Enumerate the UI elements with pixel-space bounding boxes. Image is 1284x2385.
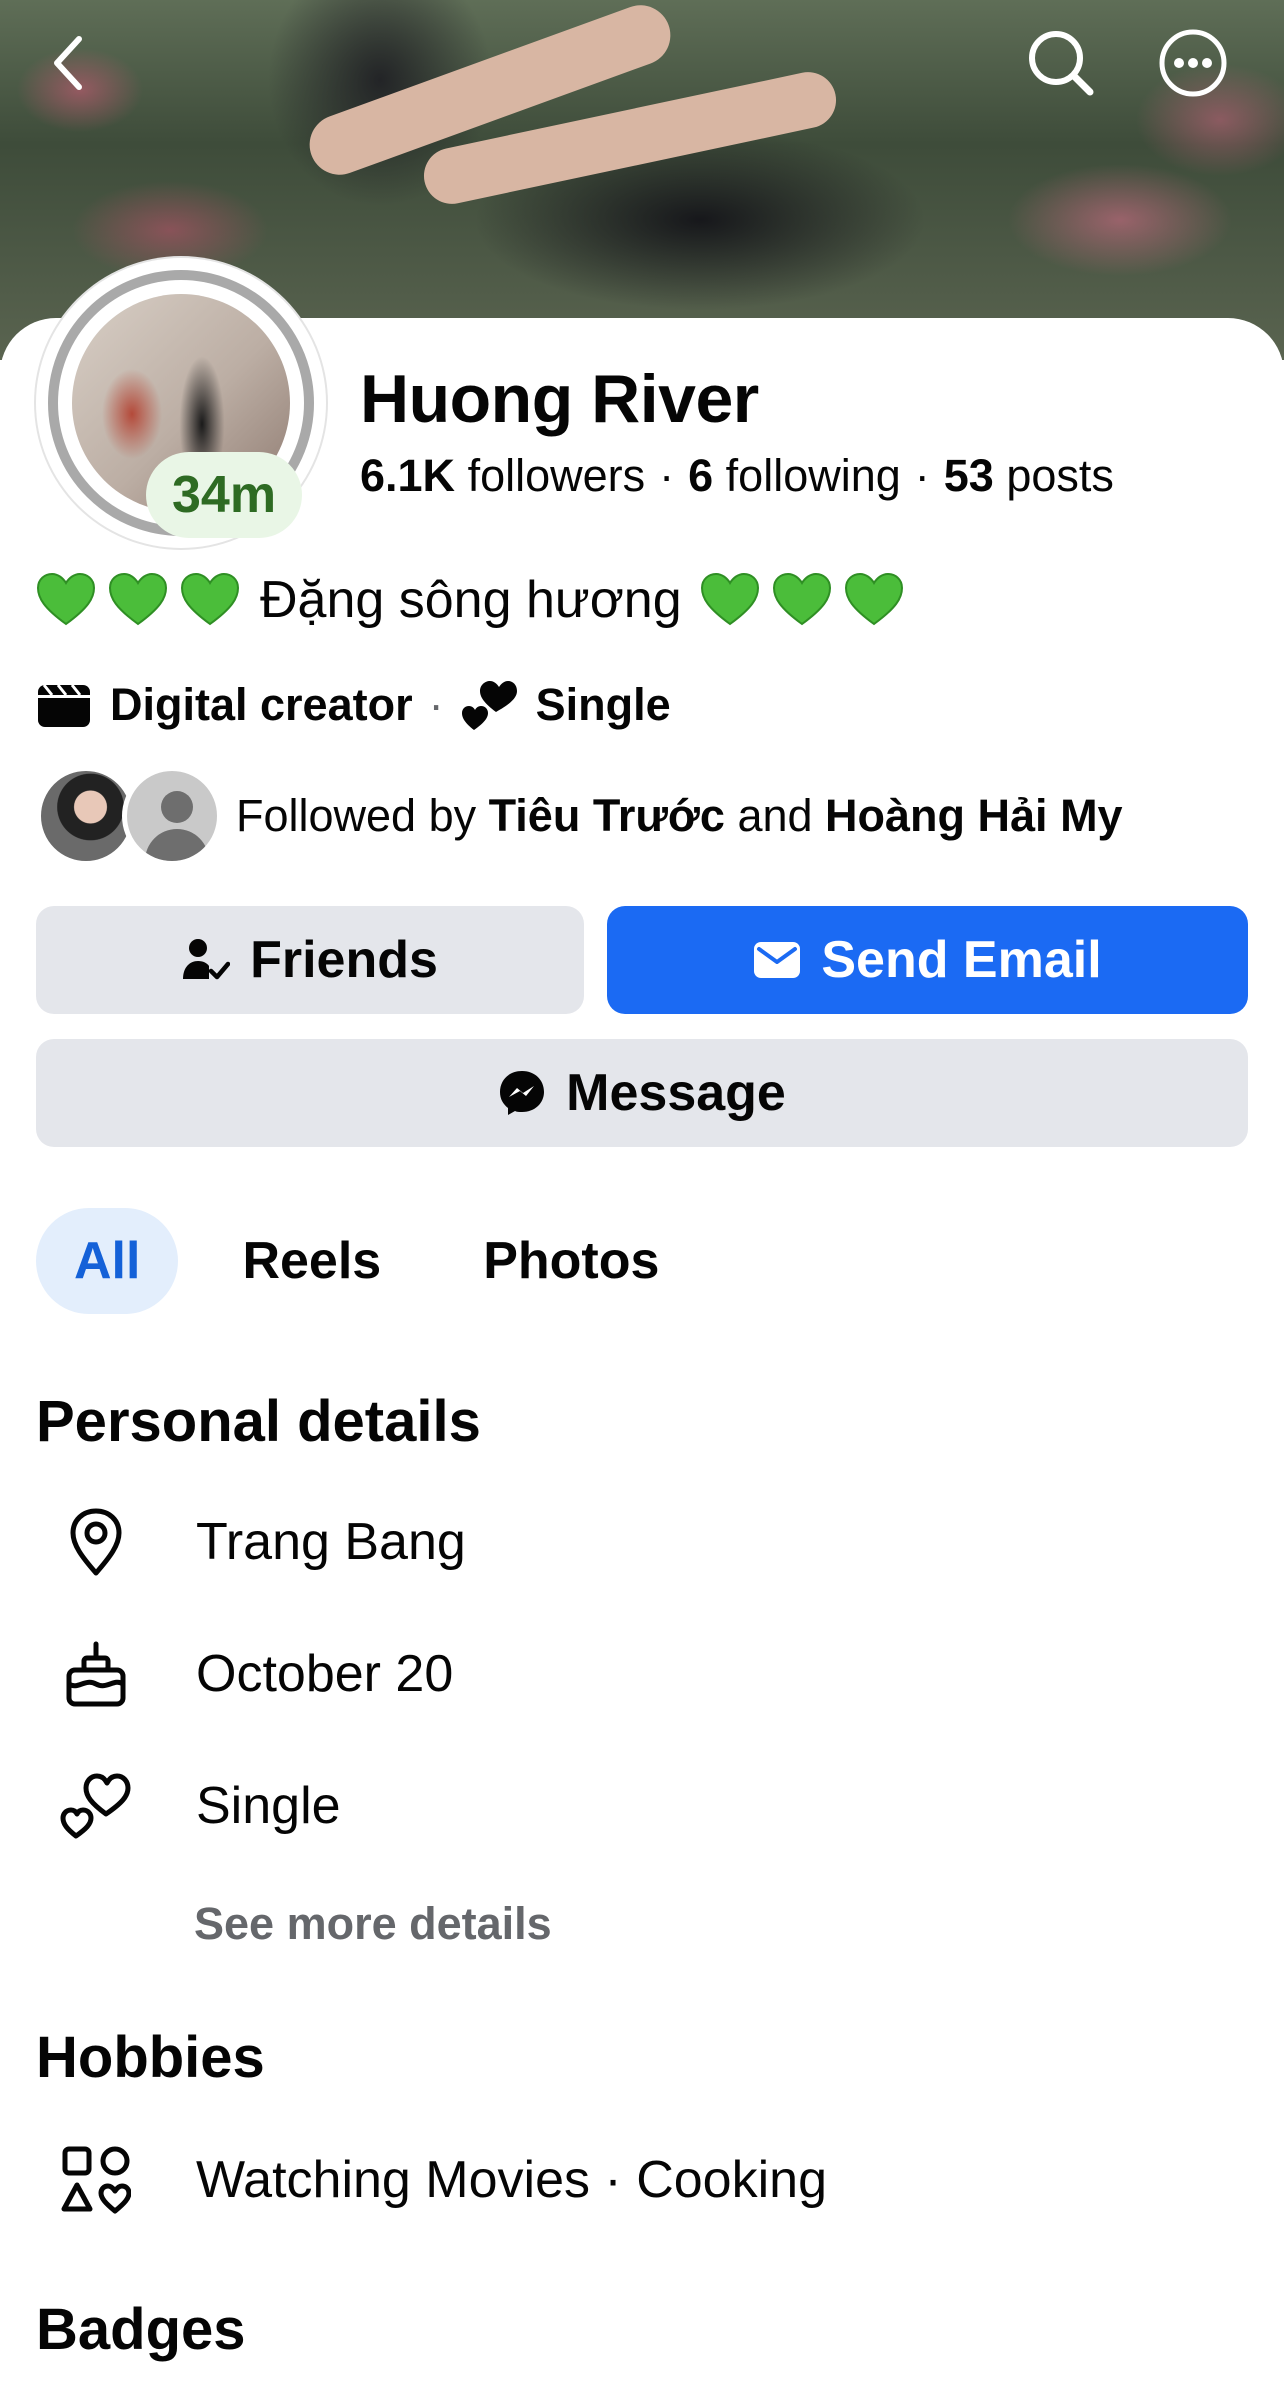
relationship-label: Single <box>535 679 671 730</box>
followed-by-prefix: Followed by <box>236 790 489 841</box>
following-count: 6 <box>688 450 714 501</box>
shapes-icon <box>36 2140 156 2220</box>
badges-heading: Badges <box>36 2297 246 2362</box>
birthday-cake-icon <box>36 1634 156 1714</box>
followers-link[interactable]: 6.1K followers <box>360 450 645 501</box>
bio-text: Đặng sông hương <box>260 571 682 629</box>
green-heart-icon <box>844 572 903 626</box>
green-heart-icon <box>36 572 96 626</box>
separator-dot: · <box>659 450 675 501</box>
posts-label: posts <box>993 450 1114 501</box>
search-button[interactable] <box>1026 28 1096 98</box>
profile-stats: 6.1K followers · 6 following · 53 posts <box>360 450 1114 502</box>
search-icon <box>1029 31 1094 96</box>
friend-check-icon <box>183 939 231 980</box>
hearts-icon <box>36 1766 156 1846</box>
hobbies-text: Watching Movies · Cooking <box>196 2151 827 2209</box>
birthday-text: October 20 <box>196 1645 454 1703</box>
posts-count: 53 <box>943 450 994 501</box>
category-label: Digital creator <box>110 679 413 730</box>
following-link[interactable]: 6 following <box>688 450 901 501</box>
more-horizontal-icon <box>1159 29 1227 97</box>
location-text: Trang Bang <box>196 1513 466 1571</box>
tab-reels[interactable]: Reels <box>204 1208 419 1314</box>
hobbies-heading: Hobbies <box>36 2025 265 2090</box>
mutual-avatar <box>36 766 136 866</box>
mutual-avatar-placeholder <box>122 766 222 866</box>
green-heart-icon <box>700 572 759 626</box>
green-heart-icon <box>108 572 168 626</box>
detail-birthday: October 20 <box>36 1634 453 1714</box>
message-button[interactable]: Message <box>36 1039 1248 1147</box>
send-email-button[interactable]: Send Email <box>607 906 1248 1014</box>
detail-location: Trang Bang <box>36 1502 466 1582</box>
more-options-button[interactable] <box>1158 28 1228 98</box>
mutual-name-2: Hoàng Hải My <box>825 790 1123 841</box>
tab-all[interactable]: All <box>36 1208 179 1314</box>
story-time-badge: 34m <box>146 452 303 538</box>
relationship-hearts-icon <box>461 681 517 730</box>
messenger-icon <box>500 1071 545 1115</box>
back-button[interactable] <box>34 28 104 98</box>
personal-details-heading: Personal details <box>36 1389 481 1454</box>
followed-by-text: Followed by Tiêu Trước and Hoàng Hải My <box>236 790 1123 842</box>
green-heart-icon <box>180 572 240 626</box>
clapperboard-icon <box>38 684 90 727</box>
profile-bio: Đặng sông hương <box>36 570 916 630</box>
envelope-icon <box>754 942 801 978</box>
message-label: Message <box>566 1064 786 1122</box>
separator-dot: · <box>914 450 930 501</box>
location-pin-icon <box>36 1502 156 1582</box>
chevron-left-icon <box>54 36 82 90</box>
send-email-label: Send Email <box>821 931 1102 989</box>
followers-label: followers <box>455 450 646 501</box>
followers-count: 6.1K <box>360 450 456 501</box>
followed-by-conjunction: and <box>724 790 826 841</box>
see-more-details-link[interactable]: See more details <box>194 1898 552 1950</box>
following-label: following <box>713 450 901 501</box>
mutual-followers[interactable]: Followed by Tiêu Trước and Hoàng Hải My <box>36 766 1123 866</box>
relationship-text: Single <box>196 1777 341 1835</box>
profile-meta: Digital creator · Single <box>36 678 671 732</box>
tab-photos[interactable]: Photos <box>445 1208 697 1314</box>
separator-dot: · <box>428 679 444 730</box>
friends-button[interactable]: Friends <box>36 906 584 1014</box>
detail-relationship: Single <box>36 1766 341 1846</box>
detail-hobbies: Watching Movies · Cooking <box>36 2140 827 2220</box>
profile-tabs: All Reels Photos <box>36 1208 697 1314</box>
friends-label: Friends <box>250 931 438 989</box>
mutual-name-1: Tiêu Trước <box>488 790 725 841</box>
green-heart-icon <box>772 572 831 626</box>
posts-link[interactable]: 53 posts <box>944 450 1114 501</box>
profile-name: Huong River <box>360 361 759 437</box>
